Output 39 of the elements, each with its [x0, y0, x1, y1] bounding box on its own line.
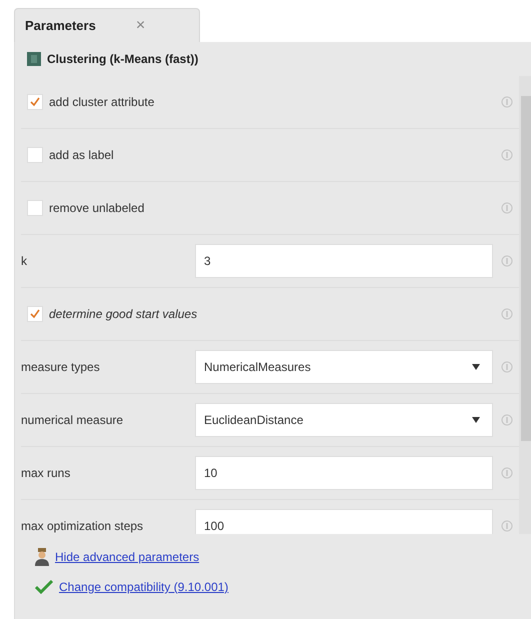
operator-title: Clustering (k-Means (fast))	[47, 52, 198, 66]
info-icon[interactable]	[501, 149, 513, 161]
caret-icon	[472, 364, 480, 370]
parameters-tab[interactable]: Parameters ×	[14, 8, 200, 42]
parameter-label: max optimization steps	[21, 519, 144, 533]
link[interactable]: Hide advanced parameters	[55, 550, 200, 564]
checkbox[interactable]	[27, 94, 43, 110]
checkbox[interactable]	[27, 147, 43, 163]
parameter-label: max runs	[21, 466, 72, 480]
input-field[interactable]: 100	[195, 509, 493, 534]
info-icon[interactable]	[501, 520, 513, 532]
input-field[interactable]: 10	[195, 456, 493, 490]
info-icon[interactable]	[501, 202, 513, 214]
info-icon[interactable]	[501, 414, 513, 426]
checkbox-label: add cluster attribute	[49, 95, 156, 109]
checkbox-label: determine good start values	[49, 307, 198, 321]
info-icon[interactable]	[501, 96, 513, 108]
checkmark-icon	[30, 97, 40, 107]
checkbox-label: remove unlabeled	[49, 201, 146, 215]
caret-icon	[472, 417, 480, 423]
parameter-label: measure types	[21, 360, 101, 374]
parameter-label: numerical measure	[21, 413, 124, 427]
info-icon[interactable]	[501, 467, 513, 479]
parameter-label: k	[21, 254, 28, 268]
person-icon	[35, 548, 49, 566]
checkbox-label: add as label	[49, 148, 115, 162]
dropdown[interactable]: NumericalMeasures	[195, 350, 493, 384]
info-icon[interactable]	[501, 361, 513, 373]
checkmark-icon	[35, 580, 53, 594]
scrollbar[interactable]	[519, 76, 531, 534]
dropdown[interactable]: EuclideanDistance	[195, 403, 493, 437]
checkbox[interactable]	[27, 306, 43, 322]
operator-icon	[27, 52, 41, 66]
info-icon[interactable]	[501, 308, 513, 320]
checkmark-icon	[30, 309, 40, 319]
checkbox[interactable]	[27, 200, 43, 216]
input-field[interactable]: 3	[195, 244, 493, 278]
info-icon[interactable]	[501, 255, 513, 267]
link[interactable]: Change compatibility (9.10.001)	[59, 580, 228, 594]
